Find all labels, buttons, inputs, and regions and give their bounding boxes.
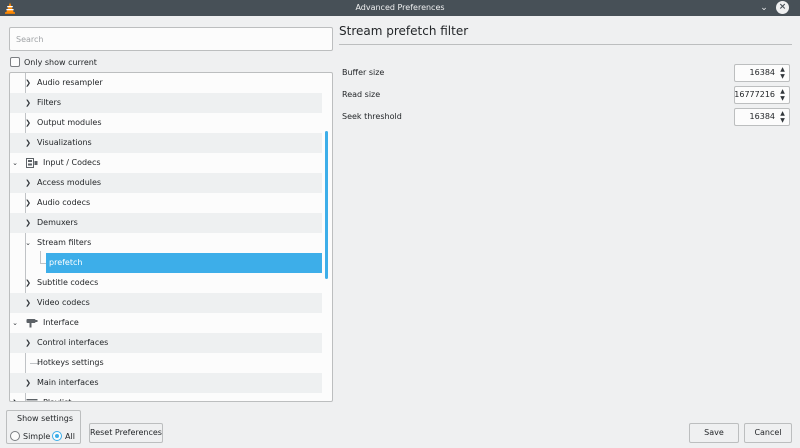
chevron-right-icon[interactable]: ❯ bbox=[24, 273, 32, 293]
buffer-size-value[interactable]: 16384 bbox=[750, 65, 775, 81]
spin-arrows[interactable]: ▲ ▼ bbox=[778, 110, 787, 124]
chevron-right-icon[interactable]: ❯ bbox=[11, 393, 19, 401]
chevron-right-icon[interactable]: ❯ bbox=[24, 173, 32, 193]
chevron-down-icon[interactable]: ⌄ bbox=[24, 233, 32, 253]
spin-down-icon[interactable]: ▼ bbox=[778, 95, 787, 102]
chevron-right-icon[interactable]: ❯ bbox=[24, 73, 32, 93]
chevron-right-icon[interactable]: ❯ bbox=[24, 213, 32, 233]
tree-item-input-codecs[interactable]: ⌄ Input / Codecs bbox=[10, 153, 322, 173]
chevron-right-icon[interactable]: ❯ bbox=[24, 93, 32, 113]
only-show-current-toggle[interactable]: Only show current bbox=[10, 56, 97, 68]
seek-threshold-spinbox[interactable]: 16384 ▲ ▼ bbox=[734, 108, 790, 126]
tree-item-audio-resampler[interactable]: ❯ Audio resampler bbox=[10, 73, 322, 93]
window-title: Advanced Preferences bbox=[355, 3, 445, 12]
show-settings-group: Show settings Simple All bbox=[6, 410, 81, 444]
spin-up-icon[interactable]: ▲ bbox=[778, 66, 787, 73]
tree-item-video-codecs[interactable]: ❯ Video codecs bbox=[10, 293, 322, 313]
spin-up-icon[interactable]: ▲ bbox=[778, 110, 787, 117]
tree-item-stream-filters[interactable]: ⌄ Stream filters bbox=[10, 233, 322, 253]
only-show-current-label: Only show current bbox=[24, 57, 97, 67]
chevron-right-icon[interactable]: ❯ bbox=[24, 133, 32, 153]
reset-preferences-button[interactable]: Reset Preferences bbox=[89, 423, 163, 443]
radio-all[interactable]: All bbox=[52, 430, 75, 442]
seek-threshold-label: Seek threshold bbox=[342, 112, 402, 121]
preferences-tree[interactable]: ❯ Audio resampler ❯ Filters ❯ Output mod… bbox=[9, 72, 333, 402]
radio-all-dot[interactable] bbox=[52, 431, 62, 441]
radio-simple-label: Simple bbox=[23, 431, 51, 441]
buffer-size-label: Buffer size bbox=[342, 68, 385, 77]
tree-item-audio-codecs[interactable]: ❯ Audio codecs bbox=[10, 193, 322, 213]
chevron-right-icon[interactable]: ❯ bbox=[24, 333, 32, 353]
chevron-right-icon[interactable]: ❯ bbox=[24, 193, 32, 213]
show-settings-title: Show settings bbox=[17, 414, 74, 423]
tree-item-hotkeys-settings[interactable]: Hotkeys settings bbox=[10, 353, 322, 373]
input-codecs-icon bbox=[26, 158, 38, 168]
tree-item-interface[interactable]: ⌄ Interface bbox=[10, 313, 322, 333]
tree-item-filters[interactable]: ❯ Filters bbox=[10, 93, 322, 113]
tree-item-access-modules[interactable]: ❯ Access modules bbox=[10, 173, 322, 193]
tree-item-output-modules[interactable]: ❯ Output modules bbox=[10, 113, 322, 133]
title-bar: Advanced Preferences ⌄ × bbox=[0, 0, 800, 16]
tree-item-subtitle-codecs[interactable]: ❯ Subtitle codecs bbox=[10, 273, 322, 293]
chevron-right-icon[interactable]: ❯ bbox=[24, 373, 32, 393]
tree-item-control-interfaces[interactable]: ❯ Control interfaces bbox=[10, 333, 322, 353]
tree-item-main-interfaces[interactable]: ❯ Main interfaces bbox=[10, 373, 322, 393]
tree-item-demuxers[interactable]: ❯ Demuxers bbox=[10, 213, 322, 233]
tree-item-prefetch[interactable]: prefetch bbox=[46, 253, 322, 273]
search-input[interactable] bbox=[10, 28, 332, 50]
save-button[interactable]: Save bbox=[689, 423, 739, 443]
spin-arrows[interactable]: ▲ ▼ bbox=[778, 88, 787, 102]
read-size-spinbox[interactable]: 16777216 ▲ ▼ bbox=[734, 86, 790, 104]
buffer-size-spinbox[interactable]: 16384 ▲ ▼ bbox=[734, 64, 790, 82]
search-box[interactable] bbox=[9, 27, 333, 51]
spin-up-icon[interactable]: ▲ bbox=[778, 88, 787, 95]
read-size-label: Read size bbox=[342, 90, 381, 99]
interface-icon bbox=[26, 319, 38, 328]
chevron-down-icon[interactable]: ⌄ bbox=[11, 153, 19, 173]
chevron-right-icon[interactable]: ❯ bbox=[24, 113, 32, 133]
panel-title: Stream prefetch filter bbox=[339, 24, 469, 38]
radio-simple-dot[interactable] bbox=[10, 431, 20, 441]
spin-down-icon[interactable]: ▼ bbox=[778, 117, 787, 124]
cancel-button[interactable]: Cancel bbox=[744, 423, 792, 443]
close-icon[interactable]: × bbox=[776, 1, 789, 14]
tree-item-playlist[interactable]: ❯ Playlist bbox=[10, 393, 322, 401]
panel-divider bbox=[339, 44, 792, 45]
tree-item-visualizations[interactable]: ❯ Visualizations bbox=[10, 133, 322, 153]
radio-simple[interactable]: Simple bbox=[10, 430, 50, 442]
chevron-down-icon[interactable]: ⌄ bbox=[758, 2, 770, 14]
spin-down-icon[interactable]: ▼ bbox=[778, 73, 787, 80]
chevron-right-icon[interactable]: ❯ bbox=[24, 293, 32, 313]
tree-scrollbar[interactable] bbox=[325, 131, 328, 279]
spin-arrows[interactable]: ▲ ▼ bbox=[778, 66, 787, 80]
read-size-value[interactable]: 16777216 bbox=[734, 87, 775, 103]
radio-all-label: All bbox=[65, 431, 75, 441]
only-show-current-checkbox[interactable] bbox=[10, 57, 20, 67]
chevron-down-icon[interactable]: ⌄ bbox=[11, 313, 19, 333]
playlist-icon bbox=[26, 399, 38, 401]
seek-threshold-value[interactable]: 16384 bbox=[750, 109, 775, 125]
